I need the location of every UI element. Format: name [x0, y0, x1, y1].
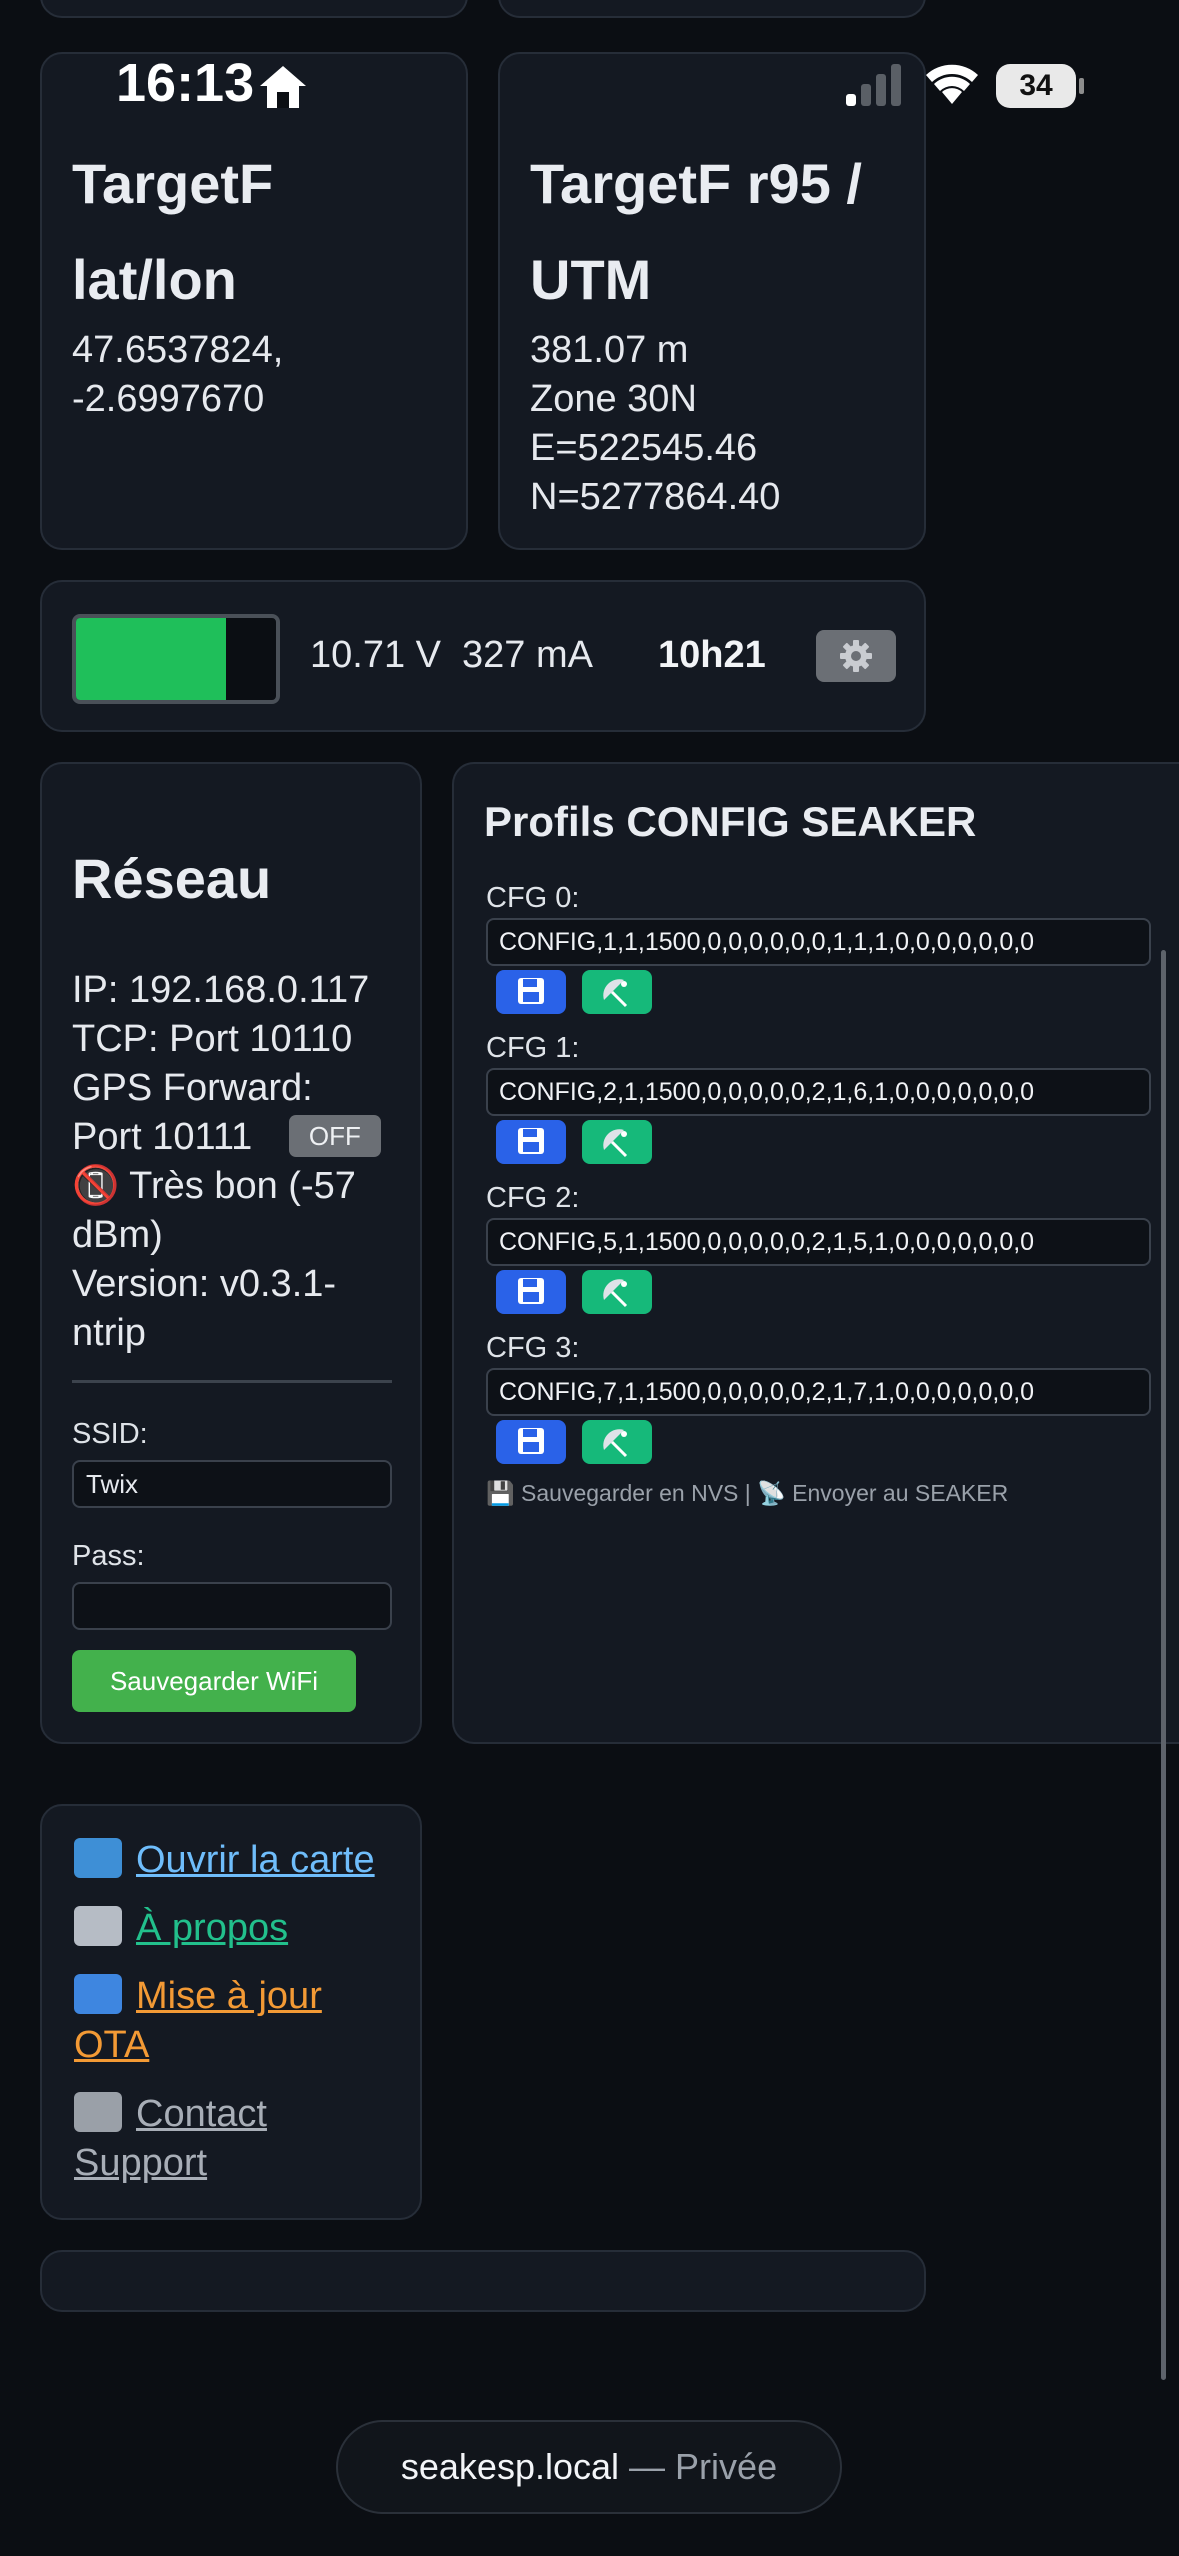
power-card: 10.71 V 327 mA 10h21 [40, 580, 926, 732]
network-title: Réseau [72, 847, 272, 910]
profiles-card: Profils CONFIG SEAKER CFG 0: CONFIG,1,1,… [452, 762, 1179, 1744]
target-latlon-title: TargetF lat/lon [72, 136, 273, 328]
settings-button[interactable] [816, 630, 896, 682]
satellite-antenna-icon [603, 1429, 628, 1458]
gps-forward-label: GPS Forward: [72, 1067, 313, 1109]
battery-percent: 34 [1019, 69, 1053, 102]
profiles-legend: 💾 Sauvegarder en NVS | 📡 Envoyer au SEAK… [486, 1480, 1009, 1506]
utm-easting: E=522545.46 [530, 427, 758, 469]
home-icon [260, 66, 306, 108]
ota-label-cont: OTA [74, 2024, 150, 2066]
wifi-icon [926, 64, 978, 104]
gps-forward-port: Port 10111 [72, 1116, 253, 1158]
url-bar[interactable]: seakesp.local — Privée [336, 2420, 842, 2514]
password-label: Pass: [72, 1540, 145, 1572]
battery-gauge-fill [76, 618, 226, 700]
send-cfg-button[interactable] [582, 1420, 652, 1464]
ota-label: Mise à jour [136, 1975, 322, 2017]
open-map-link[interactable]: Ouvrir la carte [74, 1836, 375, 1885]
battery-indicator: 34 [996, 64, 1076, 108]
url-separator: — [619, 2446, 676, 2487]
latitude: 47.6537824, [72, 329, 284, 371]
ssid-label: SSID: [72, 1418, 148, 1450]
gps-forward-row: Port 10111 OFF [72, 1113, 412, 1162]
save-cfg-button[interactable] [496, 1420, 566, 1464]
network-info: IP: 192.168.0.117 TCP: Port 10110 GPS Fo… [72, 966, 412, 1358]
utm-zone: Zone 30N [530, 378, 697, 420]
links-card: Ouvrir la carte À propos Mise à jour OTA… [40, 1804, 422, 2220]
floppy-disk-icon [518, 1128, 544, 1154]
cfg-label: CFG 1: [486, 1032, 580, 1064]
save-cfg-button[interactable] [496, 1120, 566, 1164]
send-cfg-button[interactable] [582, 1270, 652, 1314]
send-cfg-button[interactable] [582, 1120, 652, 1164]
book-icon [74, 1906, 122, 1946]
support-label-cont: Support [74, 2142, 208, 2184]
firmware-version: Version: v0.3.1- [72, 1263, 337, 1305]
send-cfg-button[interactable] [582, 970, 652, 1014]
contact-support-link[interactable]: Contact Support [74, 2090, 267, 2188]
cellular-signal-icon [846, 64, 901, 106]
satellite-antenna-icon [603, 1279, 628, 1308]
url-host: seakesp.local [400, 2446, 620, 2487]
cfg-label: CFG 2: [486, 1182, 580, 1214]
save-cfg-button[interactable] [496, 1270, 566, 1314]
cfg-input[interactable]: CONFIG,5,1,1500,0,0,0,0,0,2,1,5,1,0,0,0,… [486, 1218, 1151, 1266]
battery-gauge [72, 614, 280, 704]
floppy-disk-icon [518, 978, 544, 1004]
about-link[interactable]: À propos [74, 1904, 288, 1953]
floppy-disk-icon [518, 1278, 544, 1304]
voltage-value: 10.71 V [310, 634, 441, 676]
cfg-input[interactable]: CONFIG,2,1,1500,0,0,0,0,0,2,1,6,1,0,0,0,… [486, 1068, 1151, 1116]
ssid-input[interactable]: Twix [72, 1460, 392, 1508]
runtime-value: 10h21 [658, 634, 766, 676]
firmware-version-cont: ntrip [72, 1312, 146, 1354]
status-bar: 16:13 34 [0, 0, 1179, 160]
wifi-signal-status: 📵 Très bon (-57 [72, 1165, 356, 1207]
ip-address: IP: 192.168.0.117 [72, 969, 370, 1011]
target-latlon-values: 47.6537824, -2.6997670 [72, 326, 283, 424]
about-label: À propos [136, 1907, 289, 1949]
support-label: Contact [136, 2093, 267, 2135]
private-mode-label: Privée [675, 2446, 778, 2487]
cfg-label: CFG 3: [486, 1332, 580, 1364]
refresh-icon [74, 1974, 122, 2014]
ota-update-link[interactable]: Mise à jour OTA [74, 1972, 322, 2070]
empty-card [40, 2250, 926, 2312]
title-line-2: lat/lon [72, 248, 237, 311]
current-value: 327 mA [462, 634, 593, 676]
satellite-antenna-icon [603, 979, 628, 1008]
gps-forward-toggle[interactable]: OFF [288, 1115, 381, 1157]
status-time: 16:13 [116, 53, 255, 113]
save-wifi-button[interactable]: Sauvegarder WiFi [72, 1650, 356, 1712]
target-utm-values: 381.07 m Zone 30N E=522545.46 N=5277864.… [530, 326, 780, 522]
floppy-disk-icon [518, 1428, 544, 1454]
scrollbar[interactable] [1161, 950, 1166, 2380]
r95-value: 381.07 m [530, 329, 689, 371]
title-line-2: UTM [530, 248, 652, 311]
password-input[interactable] [72, 1582, 392, 1630]
tcp-port: TCP: Port 10110 [72, 1018, 353, 1060]
save-cfg-button[interactable] [496, 970, 566, 1014]
utm-northing: N=5277864.40 [530, 476, 781, 518]
gear-icon [840, 640, 872, 672]
mail-icon [74, 2092, 122, 2132]
divider [72, 1380, 392, 1383]
battery-cap [1079, 78, 1084, 94]
satellite-antenna-icon [603, 1129, 628, 1158]
open-map-label: Ouvrir la carte [136, 1839, 375, 1881]
cfg-input[interactable]: CONFIG,1,1,1500,0,0,0,0,0,0,1,1,1,0,0,0,… [486, 918, 1151, 966]
wifi-signal-status-cont: dBm) [72, 1214, 163, 1256]
profiles-title: Profils CONFIG SEAKER [484, 798, 977, 845]
map-icon [74, 1838, 122, 1878]
network-card: Réseau IP: 192.168.0.117 TCP: Port 10110… [40, 762, 422, 1744]
target-utm-title: TargetF r95 / UTM [530, 136, 862, 328]
cfg-label: CFG 0: [486, 882, 580, 914]
longitude: -2.6997670 [72, 378, 265, 420]
cfg-input[interactable]: CONFIG,7,1,1500,0,0,0,0,0,2,1,7,1,0,0,0,… [486, 1368, 1151, 1416]
